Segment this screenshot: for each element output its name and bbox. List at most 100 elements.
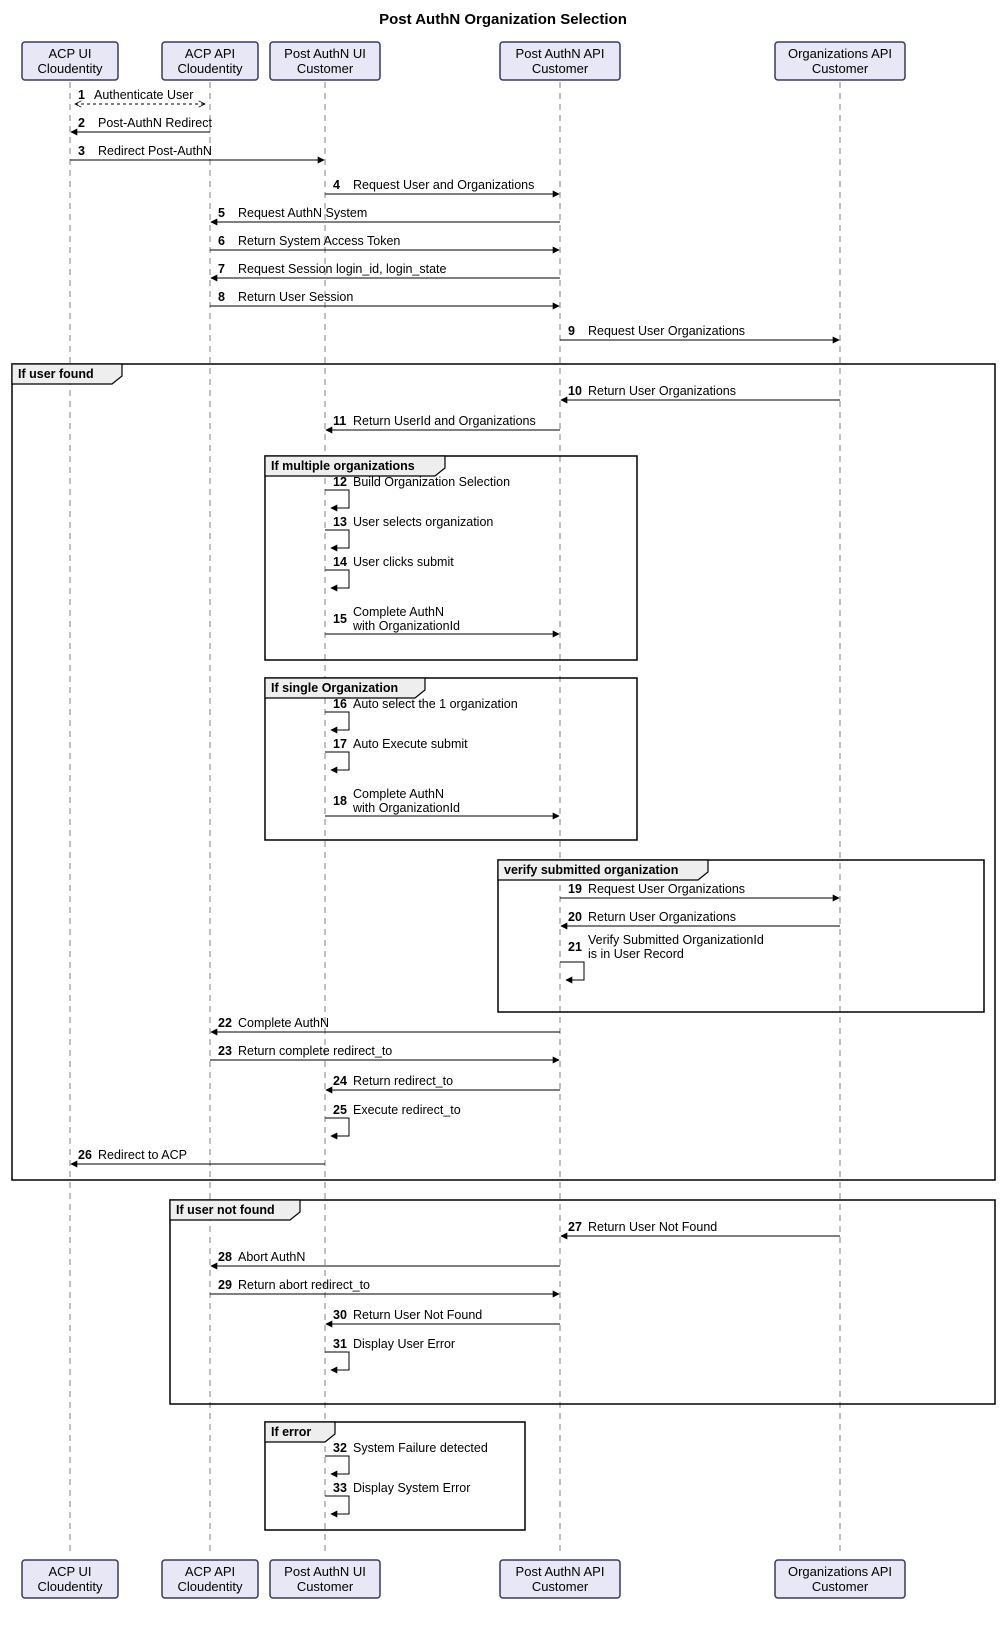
message-text-14: User clicks submit — [353, 555, 454, 569]
message-text-33: Display System Error — [353, 1481, 470, 1495]
message-num-13: 13 — [333, 515, 347, 529]
message-text-21: Verify Submitted OrganizationId — [588, 933, 764, 947]
message-text-29: Return abort redirect_to — [238, 1278, 370, 1292]
message-num-7: 7 — [218, 262, 225, 276]
message-num-33: 33 — [333, 1481, 347, 1495]
message-num-3: 3 — [78, 144, 85, 158]
message-num-11: 11 — [333, 414, 346, 428]
message-text-22: Complete AuthN — [238, 1016, 329, 1030]
participant-label-pa_ui-2: Customer — [297, 61, 354, 76]
message-text-23: Return complete redirect_to — [238, 1044, 392, 1058]
message-text-18: Complete AuthN — [353, 787, 444, 801]
message-arrow-14 — [325, 570, 349, 588]
message-num-25: 25 — [333, 1103, 347, 1117]
participant-label-acp_api-2: Cloudentity — [177, 1579, 243, 1594]
participant-label-pa_ui-2: Customer — [297, 1579, 354, 1594]
diagram-title: Post AuthN Organization Selection — [379, 11, 627, 28]
message-text-12: Build Organization Selection — [353, 475, 510, 489]
message-text-32: System Failure detected — [353, 1441, 488, 1455]
participant-label-pa_ui-1: Post AuthN UI — [284, 46, 366, 61]
participant-label-acp_api-1: ACP API — [185, 46, 235, 61]
message-num-22: 22 — [218, 1016, 232, 1030]
participant-label-org_api-2: Customer — [812, 61, 869, 76]
message-text-9: Request User Organizations — [588, 324, 745, 338]
fragment-label: verify submitted organization — [504, 863, 678, 877]
message-num-16: 16 — [333, 697, 347, 711]
participant-label-pa_api-1: Post AuthN API — [516, 46, 605, 61]
fragment-label: If multiple organizations — [271, 459, 415, 473]
message-num-1: 1 — [78, 88, 85, 102]
message-text-2: Post-AuthN Redirect — [98, 116, 212, 130]
message-text-4: Request User and Organizations — [353, 178, 534, 192]
message-arrow-16 — [325, 712, 349, 730]
message-text-28: Abort AuthN — [238, 1250, 305, 1264]
participant-label-org_api-1: Organizations API — [788, 46, 892, 61]
message-num-15: 15 — [333, 612, 347, 626]
fragment-label: If user found — [18, 367, 94, 381]
message-text-25: Execute redirect_to — [353, 1103, 461, 1117]
message-num-2: 2 — [78, 116, 85, 130]
message-arrow-17 — [325, 752, 349, 770]
message-num-14: 14 — [333, 555, 347, 569]
participant-label-pa_api-2: Customer — [532, 1579, 589, 1594]
participant-label-pa_api-1: Post AuthN API — [516, 1564, 605, 1579]
message-text-20: Return User Organizations — [588, 910, 736, 924]
fragment-label: If user not found — [176, 1203, 275, 1217]
fragment-label: If error — [271, 1425, 311, 1439]
participant-label-acp_ui-2: Cloudentity — [37, 1579, 103, 1594]
message-num-32: 32 — [333, 1441, 347, 1455]
participant-label-acp_ui-1: ACP UI — [48, 1564, 91, 1579]
participant-label-acp_ui-1: ACP UI — [48, 46, 91, 61]
message-text-7: Request Session login_id, login_state — [238, 262, 447, 276]
message-num-23: 23 — [218, 1044, 232, 1058]
message-text-17: Auto Execute submit — [353, 737, 468, 751]
participant-label-pa_api-2: Customer — [532, 61, 589, 76]
participant-label-acp_api-2: Cloudentity — [177, 61, 243, 76]
message-num-20: 20 — [568, 910, 582, 924]
sequence-diagram: Post AuthN Organization Selection If use… — [0, 0, 1007, 1626]
participant-label-org_api-1: Organizations API — [788, 1564, 892, 1579]
message-num-18: 18 — [333, 794, 347, 808]
message-text2-15: with OrganizationId — [352, 619, 460, 633]
message-num-12: 12 — [333, 475, 347, 489]
message-num-5: 5 — [218, 206, 225, 220]
message-num-28: 28 — [218, 1250, 232, 1264]
message-text-10: Return User Organizations — [588, 384, 736, 398]
message-text2-18: with OrganizationId — [352, 801, 460, 815]
message-arrow-31 — [325, 1352, 349, 1370]
message-text-26: Redirect to ACP — [98, 1148, 187, 1162]
fragment-box — [170, 1200, 995, 1404]
message-text-6: Return System Access Token — [238, 234, 400, 248]
message-arrow-12 — [325, 490, 349, 508]
message-arrow-32 — [325, 1456, 349, 1474]
message-num-31: 31 — [333, 1337, 347, 1351]
message-text-30: Return User Not Found — [353, 1308, 482, 1322]
message-arrow-13 — [325, 530, 349, 548]
message-text-16: Auto select the 1 organization — [353, 697, 518, 711]
message-text-13: User selects organization — [353, 515, 493, 529]
message-num-30: 30 — [333, 1308, 347, 1322]
fragment-label: If single Organization — [271, 681, 398, 695]
participant-label-acp_ui-2: Cloudentity — [37, 61, 103, 76]
message-num-4: 4 — [333, 178, 340, 192]
participant-label-acp_api-1: ACP API — [185, 1564, 235, 1579]
message-text-5: Request AuthN System — [238, 206, 367, 220]
message-text-8: Return User Session — [238, 290, 353, 304]
message-arrow-25 — [325, 1118, 349, 1136]
message-text2-21: is in User Record — [588, 947, 684, 961]
message-arrow-33 — [325, 1496, 349, 1514]
message-arrow-21 — [560, 962, 584, 980]
participant-label-org_api-2: Customer — [812, 1579, 869, 1594]
message-num-21: 21 — [568, 940, 582, 954]
participant-label-pa_ui-1: Post AuthN UI — [284, 1564, 366, 1579]
message-text-11: Return UserId and Organizations — [353, 414, 536, 428]
message-text-1: Authenticate User — [94, 88, 193, 102]
message-text-15: Complete AuthN — [353, 605, 444, 619]
message-text-27: Return User Not Found — [588, 1220, 717, 1234]
message-text-3: Redirect Post-AuthN — [98, 144, 212, 158]
message-num-19: 19 — [568, 882, 582, 896]
message-num-6: 6 — [218, 234, 225, 248]
message-num-29: 29 — [218, 1278, 232, 1292]
message-num-24: 24 — [333, 1074, 347, 1088]
message-text-19: Request User Organizations — [588, 882, 745, 896]
